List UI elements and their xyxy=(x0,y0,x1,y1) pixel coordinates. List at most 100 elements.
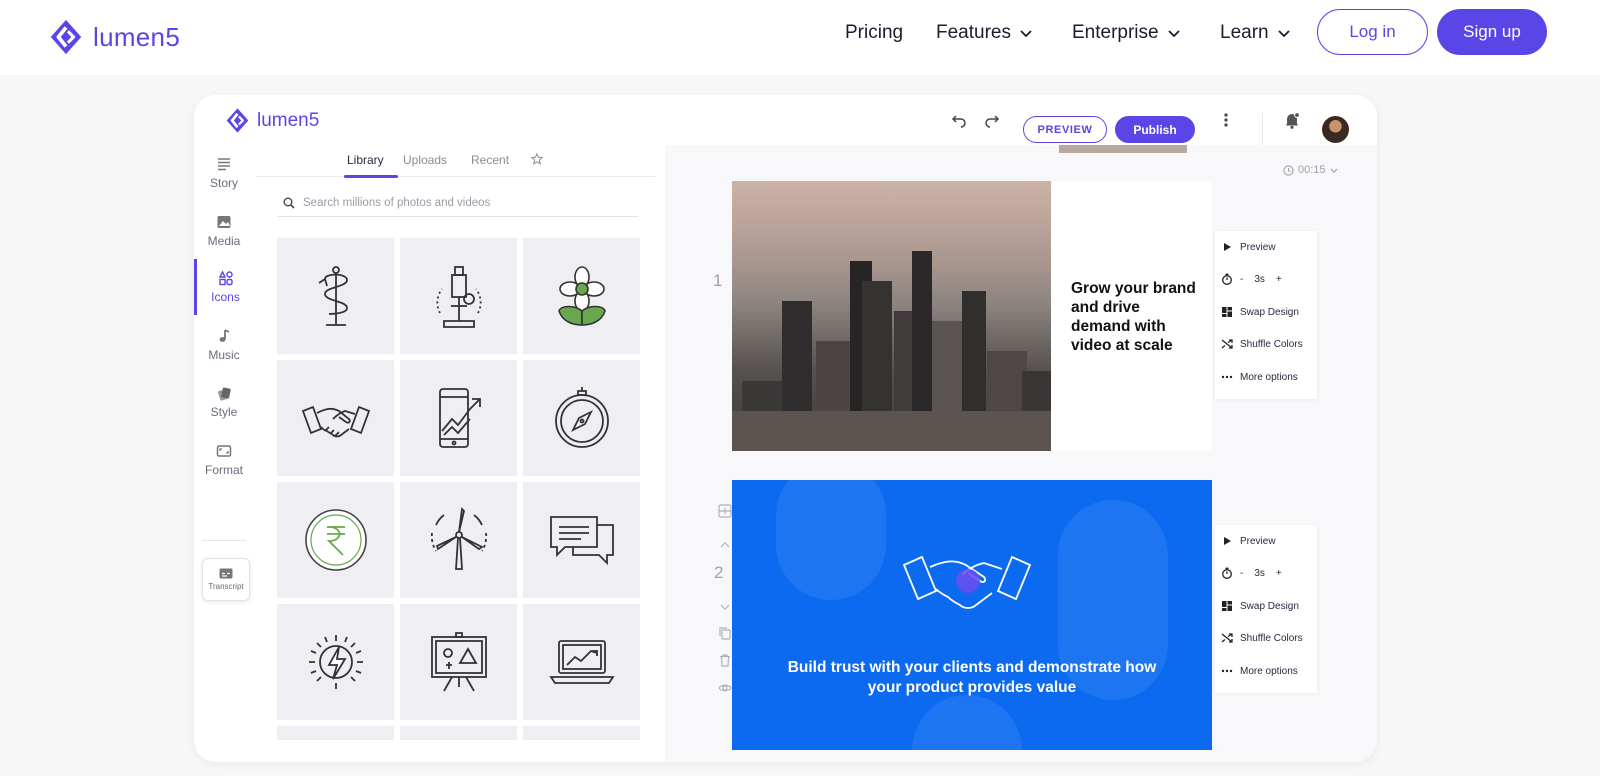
icon-tile[interactable] xyxy=(523,360,640,476)
scene-caption[interactable]: Grow your brand and drive demand with vi… xyxy=(1071,279,1201,355)
scene-duration-value: 3s xyxy=(1254,567,1265,579)
transcript-label: Transcript xyxy=(208,582,244,591)
scene-card[interactable]: Build trust with your clients and demons… xyxy=(732,480,1212,750)
rail-item-label: Media xyxy=(207,234,241,248)
rail-item-music[interactable]: Music xyxy=(194,317,254,373)
handshake-icon xyxy=(301,405,370,438)
rail-item-media[interactable]: Media xyxy=(194,203,254,259)
duration-minus-button[interactable]: - xyxy=(1240,568,1243,579)
preview-button[interactable]: PREVIEW xyxy=(1023,116,1107,143)
site-logo[interactable]: lumen5 xyxy=(47,18,180,56)
nav-features-label: Features xyxy=(936,22,1011,43)
icon-tile[interactable] xyxy=(277,238,394,354)
rail-item-icons[interactable]: Icons xyxy=(194,259,254,315)
play-icon xyxy=(1224,243,1231,251)
bell-icon[interactable] xyxy=(1282,110,1302,130)
image-icon xyxy=(217,216,231,228)
duration-indicator[interactable]: 00:15 xyxy=(1283,164,1338,176)
lumen5-logo-icon xyxy=(50,19,82,55)
laptop-chart-icon xyxy=(548,640,615,684)
scene-preview-label: Preview xyxy=(1240,535,1276,547)
shuffle-colors-option[interactable]: Shuffle Colors xyxy=(1221,338,1303,350)
nav-pricing-label: Pricing xyxy=(845,22,904,43)
ellipsis-icon xyxy=(1221,669,1233,673)
more-options-option[interactable]: More options xyxy=(1221,665,1298,677)
tab-recent[interactable]: Recent xyxy=(471,153,509,167)
hide-scene-icon[interactable] xyxy=(717,680,733,696)
transcript-button[interactable]: Transcript xyxy=(202,558,250,601)
icon-tile[interactable] xyxy=(400,726,517,740)
nav-pricing[interactable]: Pricing xyxy=(845,22,903,44)
presentation-board-icon xyxy=(430,632,487,692)
city-skyline-image xyxy=(732,181,1051,451)
icon-tile[interactable] xyxy=(523,482,640,598)
signup-button[interactable]: Sign up xyxy=(1437,9,1547,55)
scene-preview-option[interactable]: Preview xyxy=(1221,535,1276,547)
kebab-menu-icon[interactable] xyxy=(1216,110,1236,130)
trash-icon[interactable] xyxy=(717,652,733,668)
icon-tile[interactable] xyxy=(400,482,517,598)
duration-plus-button[interactable]: + xyxy=(1276,568,1282,579)
search-field[interactable] xyxy=(277,189,638,217)
duration-minus-button[interactable]: - xyxy=(1240,274,1243,285)
undo-icon[interactable] xyxy=(949,110,969,130)
icon-tile[interactable] xyxy=(523,604,640,720)
icon-tile[interactable] xyxy=(277,604,394,720)
chat-bubbles-icon xyxy=(549,516,614,566)
icon-tile[interactable] xyxy=(523,726,640,740)
swap-design-option[interactable]: Swap Design xyxy=(1221,306,1299,318)
rail-item-story[interactable]: Story xyxy=(194,145,254,201)
scene-options-menu: Preview - 3s + Swap Design Shuffle Color… xyxy=(1215,525,1317,693)
nav-features[interactable]: Features xyxy=(936,22,1033,44)
icon-tile[interactable] xyxy=(400,360,517,476)
scene-preview-option[interactable]: Preview xyxy=(1221,241,1276,253)
icon-tile[interactable] xyxy=(400,604,517,720)
media-panel: Library Uploads Recent xyxy=(255,145,655,762)
login-button[interactable]: Log in xyxy=(1317,9,1428,55)
duplicate-icon[interactable] xyxy=(717,625,733,641)
publish-button[interactable]: Publish xyxy=(1115,116,1195,143)
add-scene-icon[interactable] xyxy=(717,503,733,519)
search-icon xyxy=(283,197,295,209)
redo-icon[interactable] xyxy=(982,110,1002,130)
icon-tile[interactable] xyxy=(523,238,640,354)
duration-value: 00:15 xyxy=(1298,164,1326,176)
icon-tile[interactable] xyxy=(277,360,394,476)
scene-caption[interactable]: Build trust with your clients and demons… xyxy=(772,658,1172,698)
previous-scene-thumbnail xyxy=(1059,145,1187,153)
tab-uploads[interactable]: Uploads xyxy=(403,153,447,167)
user-avatar[interactable] xyxy=(1322,116,1349,143)
captions-icon xyxy=(219,568,233,579)
scene-card[interactable]: Grow your brand and drive demand with vi… xyxy=(732,181,1212,451)
handshake-icon xyxy=(902,555,1032,609)
move-down-icon[interactable] xyxy=(717,599,733,615)
icon-tile[interactable] xyxy=(277,726,394,740)
swap-design-option[interactable]: Swap Design xyxy=(1221,600,1299,612)
scene-duration-stepper[interactable]: - 3s + xyxy=(1221,273,1282,285)
star-icon[interactable] xyxy=(530,152,544,168)
scene-duration-stepper[interactable]: - 3s + xyxy=(1221,567,1282,579)
rail-item-label: Story xyxy=(209,176,238,190)
icon-tile[interactable] xyxy=(400,238,517,354)
shuffle-icon xyxy=(1221,633,1233,643)
music-note-icon xyxy=(219,329,230,342)
rail-item-style[interactable]: Style xyxy=(194,374,254,430)
shuffle-colors-option[interactable]: Shuffle Colors xyxy=(1221,632,1303,644)
chevron-down-icon xyxy=(1277,30,1290,38)
more-options-option[interactable]: More options xyxy=(1221,371,1298,383)
rail-item-format[interactable]: Format xyxy=(194,432,254,488)
more-options-label: More options xyxy=(1240,371,1298,383)
move-up-icon[interactable] xyxy=(717,537,733,553)
nav-enterprise[interactable]: Enterprise xyxy=(1072,22,1181,44)
phone-growth-chart-icon xyxy=(438,388,481,448)
tab-library[interactable]: Library xyxy=(347,153,384,167)
lines-icon xyxy=(218,158,230,171)
icon-tile[interactable] xyxy=(277,482,394,598)
stopwatch-icon xyxy=(1222,567,1232,579)
more-options-label: More options xyxy=(1240,665,1298,677)
search-input[interactable] xyxy=(303,196,603,209)
rail-item-label: Music xyxy=(208,348,240,362)
compass-icon xyxy=(554,387,609,448)
nav-learn[interactable]: Learn xyxy=(1220,22,1291,44)
duration-plus-button[interactable]: + xyxy=(1276,274,1282,285)
